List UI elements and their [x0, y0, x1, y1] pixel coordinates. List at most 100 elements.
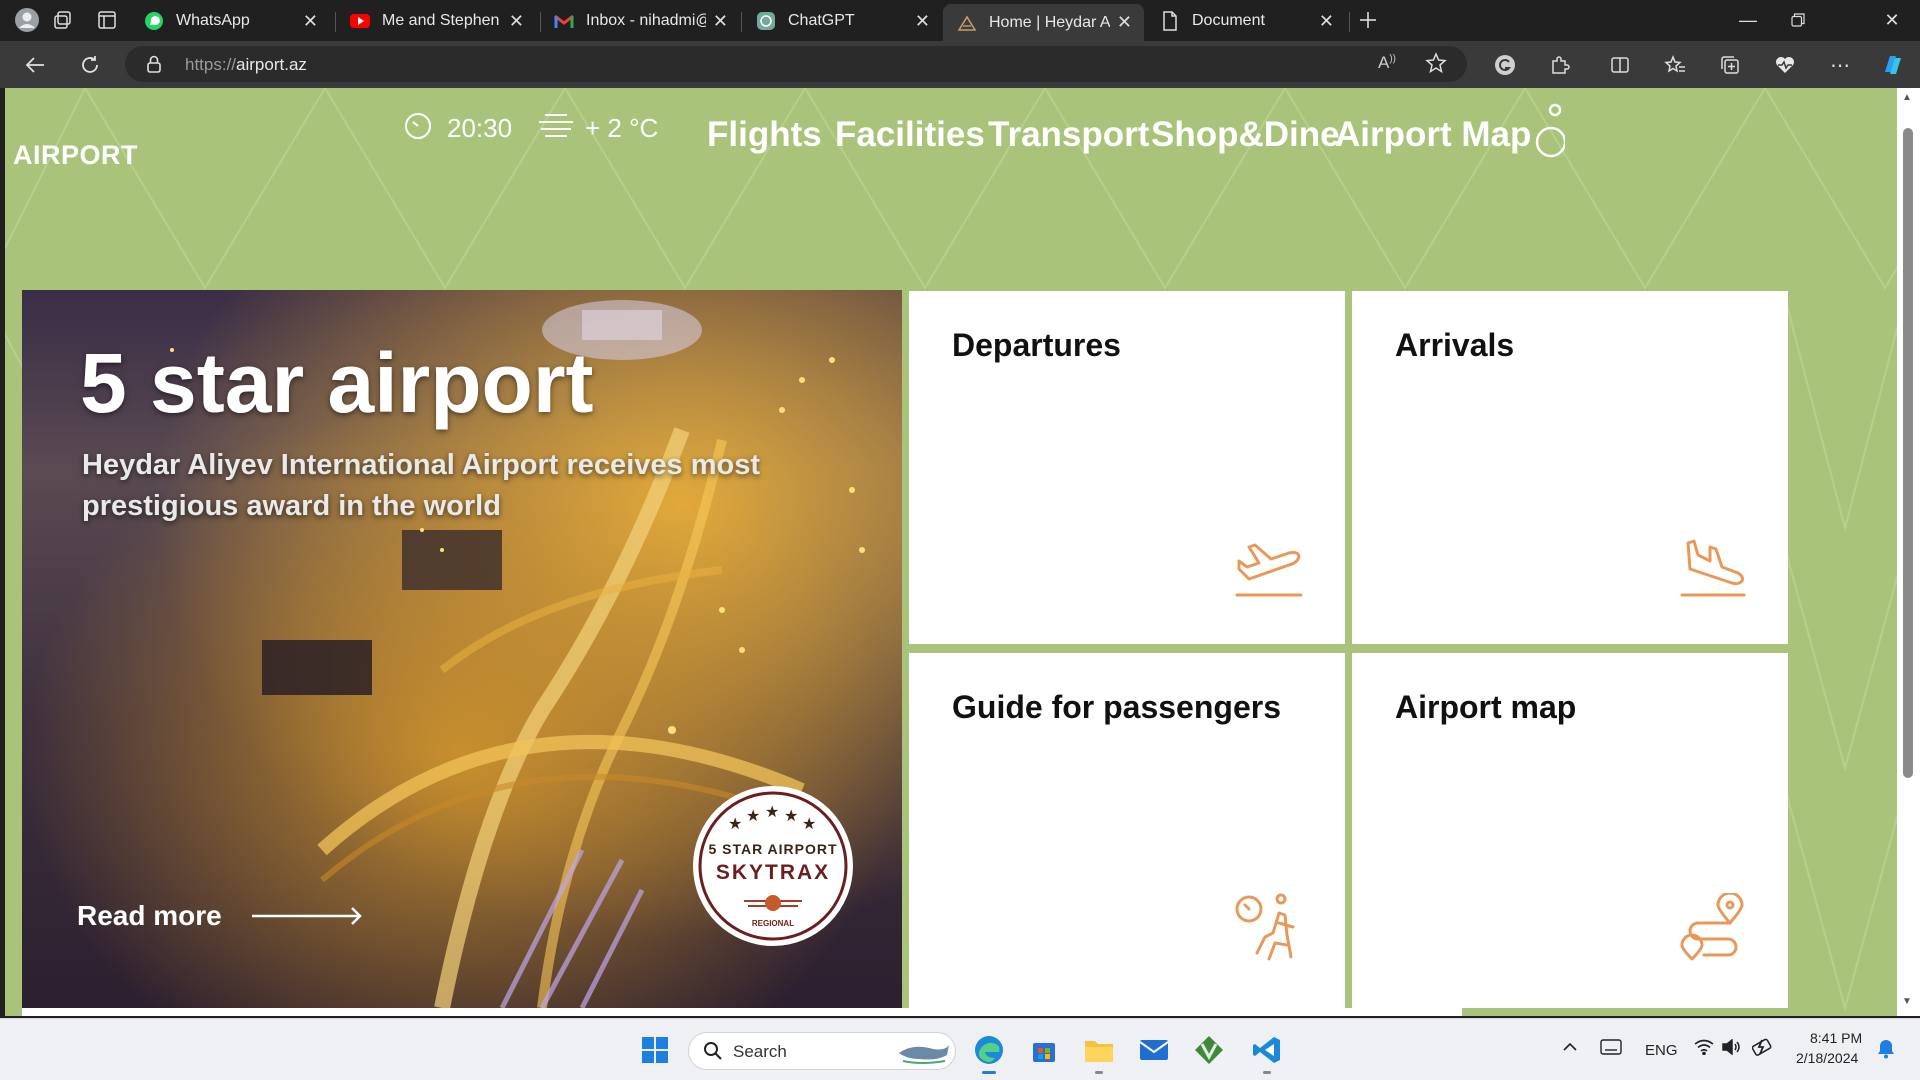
winged-emblem-icon [742, 893, 804, 918]
card-airport-map[interactable]: Airport map [1352, 653, 1788, 1008]
url-text[interactable]: https://airport.az [185, 55, 307, 75]
profile-avatar-icon[interactable] [14, 7, 40, 33]
close-icon[interactable]: ✕ [1312, 11, 1334, 32]
taskbar-search[interactable]: Search [688, 1032, 956, 1070]
browser-tab-strip: WhatsApp ✕ Me and Stephen Hawking ✕ Inbo… [0, 0, 1920, 41]
url-host: airport.az [236, 55, 307, 74]
grammarly-icon[interactable] [1490, 50, 1520, 80]
vim-editor-icon[interactable] [1190, 1031, 1228, 1069]
vscode-icon[interactable] [1248, 1031, 1286, 1074]
split-screen-icon[interactable] [1605, 50, 1635, 80]
nav-transport[interactable]: Transport [988, 115, 1149, 155]
refresh-icon[interactable] [75, 50, 105, 80]
input-language[interactable]: ENG [1645, 1042, 1678, 1059]
star-icon: ★ [765, 802, 779, 821]
close-icon[interactable]: ✕ [706, 11, 728, 32]
nav-facilities[interactable]: Facilities [835, 115, 985, 155]
hero-banner[interactable]: 5 star airport Heydar Aliyev Internation… [22, 290, 902, 1008]
document-icon [1160, 11, 1180, 31]
site-logo[interactable]: AIRPORT [13, 140, 138, 171]
search-icon [703, 1041, 723, 1066]
card-arrivals[interactable]: Arrivals [1352, 291, 1788, 644]
keyboard-icon[interactable] [1600, 1039, 1622, 1060]
close-icon[interactable]: ✕ [502, 11, 524, 32]
tab-whatsapp[interactable]: WhatsApp ✕ [130, 4, 330, 38]
windows-start-icon[interactable] [636, 1031, 674, 1069]
badge-line3: REGIONAL [751, 919, 795, 928]
running-app-indicator [1095, 1071, 1103, 1074]
search-label: Search [733, 1042, 787, 1061]
tab-divider [1349, 12, 1350, 32]
url-scheme: https:// [185, 55, 237, 74]
more-options-icon[interactable]: ⋯ [1825, 50, 1855, 80]
tab-title: Document [1192, 12, 1265, 29]
page-viewport: AIRPORT 20:30 + 2 °C Flights Facilities … [5, 88, 1903, 1016]
departure-plane-icon [1235, 539, 1303, 604]
card-departures[interactable]: Departures [909, 291, 1345, 644]
close-icon[interactable]: ✕ [1110, 12, 1132, 33]
tab-airport-active[interactable]: Home | Heydar Aliyev International Airpo… [943, 4, 1144, 41]
browser-essentials-heart-icon[interactable] [1770, 50, 1800, 80]
scroll-down-arrow-icon[interactable]: ▼ [1902, 996, 1912, 1007]
right-arrow-icon [251, 907, 362, 925]
tray-clock-time[interactable]: 8:41 PM [1810, 1030, 1862, 1046]
user-account-icon[interactable] [1535, 98, 1567, 163]
favorites-icon[interactable] [1660, 50, 1690, 80]
copilot-icon[interactable] [1878, 50, 1908, 80]
windows-taskbar: Search ENG 8:41 PM 2/18/2024 [0, 1018, 1920, 1080]
star-icon: ★ [802, 814, 816, 833]
minimize-icon[interactable]: — [1720, 0, 1776, 40]
page-scrollbar[interactable]: ▲ ▼ [1897, 88, 1920, 1016]
new-tab-plus-icon[interactable] [1355, 7, 1381, 33]
battery-charging-icon[interactable] [1751, 1037, 1774, 1062]
card-title: Arrivals [1395, 327, 1515, 363]
chatgpt-icon [756, 11, 776, 31]
tab-title: Me and Stephen Hawking [382, 12, 502, 29]
tab-document[interactable]: Document ✕ [1146, 4, 1346, 38]
close-window-icon[interactable]: ✕ [1864, 0, 1920, 40]
scrollbar-thumb[interactable] [1903, 128, 1913, 778]
tab-youtube[interactable]: Me and Stephen Hawking ✕ [336, 4, 536, 38]
address-bar[interactable]: https://airport.az A)) [125, 46, 1467, 82]
notification-bell-icon[interactable] [1877, 1039, 1895, 1064]
file-explorer-icon[interactable] [1080, 1031, 1118, 1074]
scroll-up-arrow-icon[interactable]: ▲ [1902, 92, 1912, 103]
tab-chatgpt[interactable]: ChatGPT ✕ [742, 4, 942, 38]
favorite-star-icon[interactable] [1425, 52, 1447, 79]
hero-title: 5 star airport [80, 336, 594, 430]
youtube-icon [350, 11, 370, 31]
route-map-icon [1680, 891, 1746, 968]
collections-icon[interactable] [1715, 50, 1745, 80]
nav-flights[interactable]: Flights [707, 115, 822, 155]
read-more-link[interactable]: Read more [77, 900, 364, 932]
clock-icon [403, 111, 433, 146]
workspaces-icon[interactable] [50, 7, 76, 33]
restore-icon[interactable] [1770, 0, 1826, 40]
microsoft-store-icon[interactable] [1025, 1031, 1063, 1069]
lock-icon[interactable] [147, 55, 161, 78]
gmail-icon [554, 11, 574, 31]
speaker-volume-icon[interactable] [1722, 1038, 1742, 1060]
tab-gmail[interactable]: Inbox - nihadmi@code.edu.az ✕ [540, 4, 740, 38]
read-more-label: Read more [77, 900, 222, 931]
tab-actions-icon[interactable] [94, 7, 120, 33]
hero-subtitle: Heydar Aliyev International Airport rece… [82, 449, 760, 522]
arrival-plane-icon [1680, 539, 1746, 604]
close-icon[interactable]: ✕ [908, 11, 930, 32]
read-aloud-icon[interactable]: A)) [1378, 53, 1396, 73]
close-icon[interactable]: ✕ [296, 11, 318, 32]
active-app-indicator [982, 1071, 996, 1074]
nav-shop-dine[interactable]: Shop&Dine [1151, 115, 1340, 155]
chevron-up-icon[interactable] [1563, 1039, 1577, 1057]
extensions-icon[interactable] [1545, 50, 1575, 80]
card-guide-for-passengers[interactable]: Guide for passengers [909, 653, 1345, 1008]
temperature-value: + 2 °C [585, 113, 659, 143]
tray-clock-date[interactable]: 2/18/2024 [1796, 1050, 1858, 1066]
nav-airport-map[interactable]: Airport Map [1335, 115, 1531, 155]
back-arrow-icon[interactable] [20, 50, 50, 80]
card-title: Airport map [1395, 689, 1577, 725]
star-icon: ★ [728, 814, 742, 833]
wifi-icon[interactable] [1694, 1039, 1714, 1060]
edge-browser-icon[interactable] [970, 1031, 1008, 1074]
mail-icon[interactable] [1135, 1031, 1173, 1069]
